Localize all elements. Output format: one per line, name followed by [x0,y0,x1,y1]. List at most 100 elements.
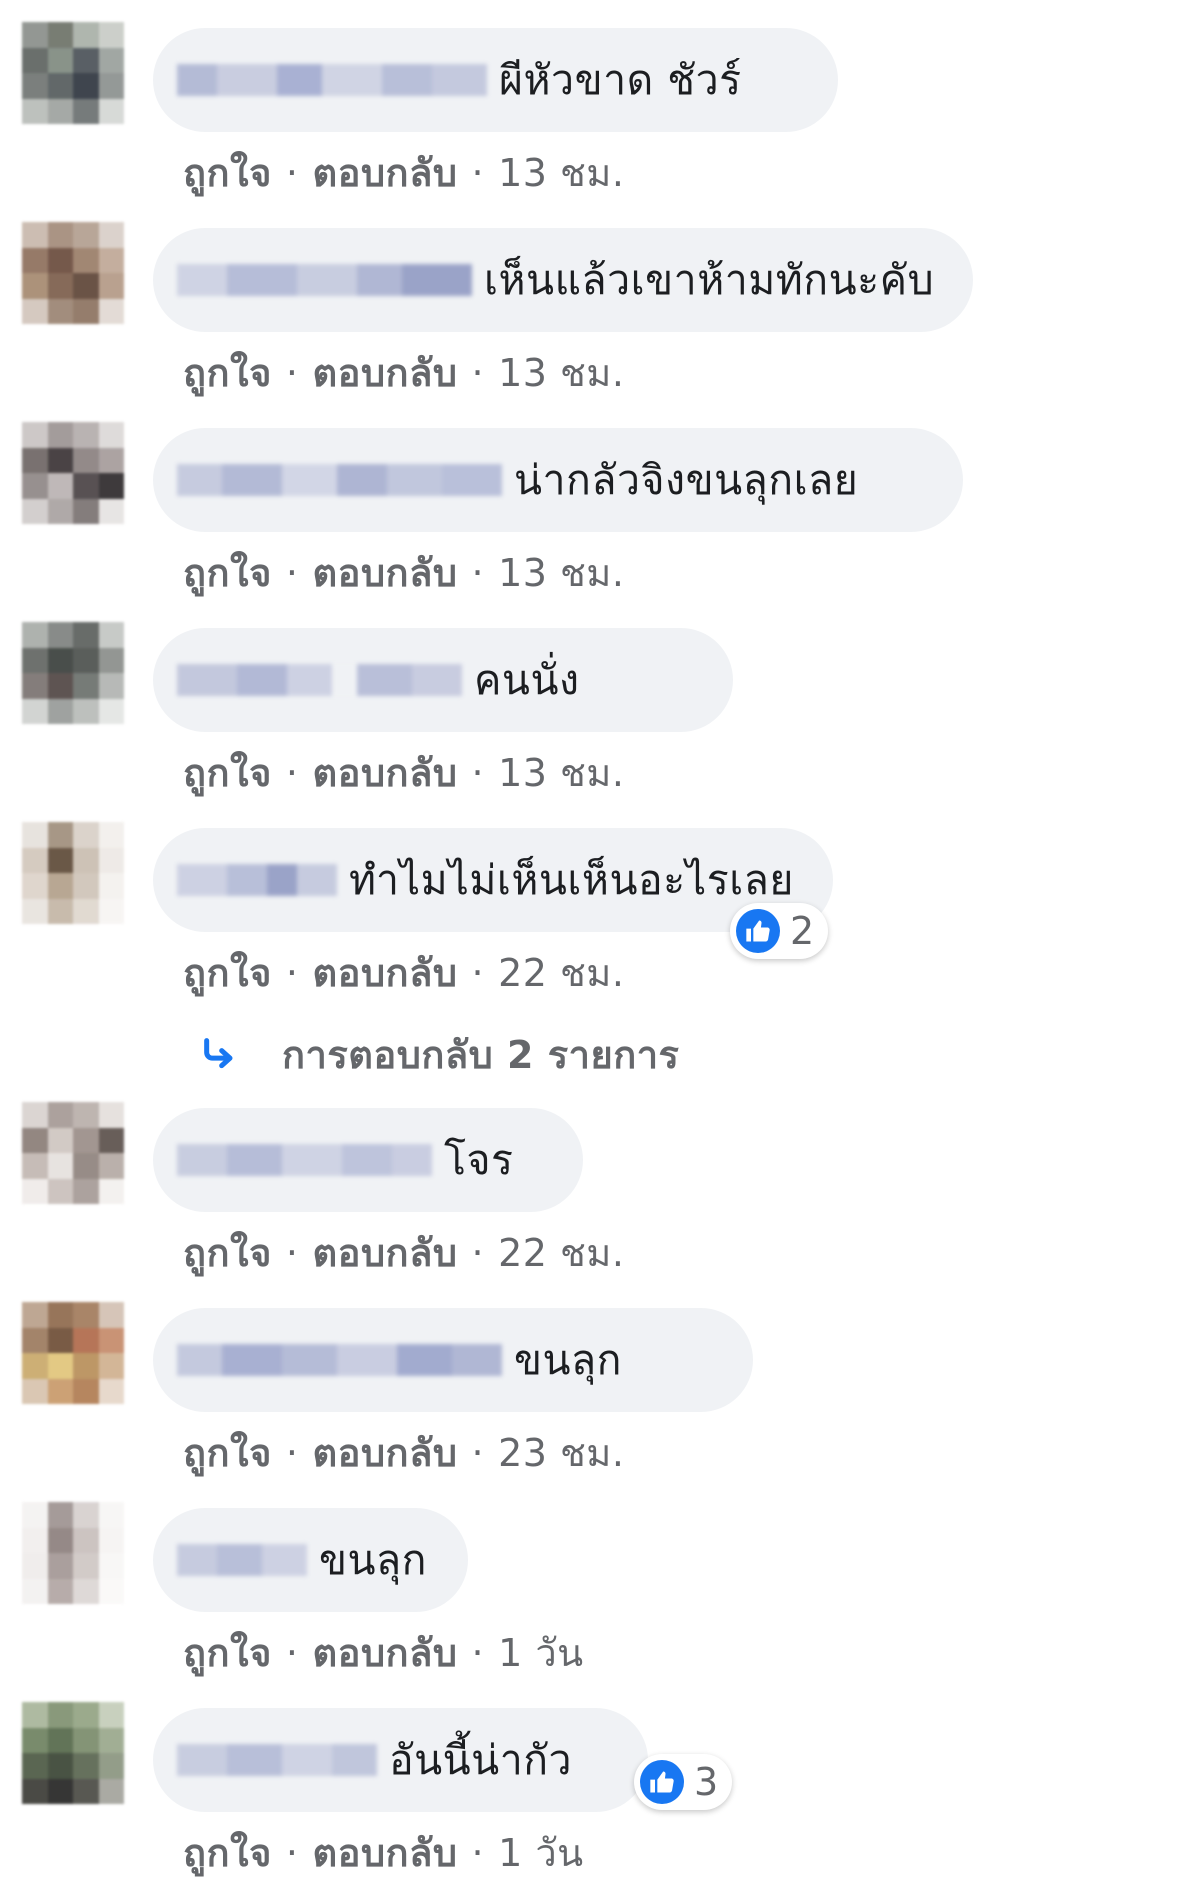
timestamp[interactable]: 13 ชม. [498,551,624,595]
separator: · [285,1831,299,1875]
like-button[interactable]: ถูกใจ [183,751,272,795]
replies-label: การตอบกลับ 2 รายการ [282,1032,680,1077]
commenter-name[interactable] [177,1738,377,1782]
comment-text: เห็นแล้วเขาห้ามทักนะคับ [484,255,935,304]
avatar[interactable] [22,1102,124,1204]
separator: · [471,1431,485,1475]
reaction-count-badge[interactable]: 3 [634,1754,733,1810]
comment-bubble: คนนั่ง [153,628,733,732]
commenter-name[interactable] [177,658,462,702]
comment-actions: ถูกใจ · ตอบกลับ · 1 วัน [183,1822,584,1883]
avatar[interactable] [22,1302,124,1404]
separator: · [471,551,485,595]
timestamp[interactable]: 23 ชม. [498,1431,624,1475]
like-button[interactable]: ถูกใจ [183,351,272,395]
avatar[interactable] [22,22,124,124]
avatar[interactable] [22,622,124,724]
separator: · [285,751,299,795]
like-button[interactable]: ถูกใจ [183,1431,272,1475]
reply-button[interactable]: ตอบกลับ [312,151,457,195]
separator: · [471,1231,485,1275]
separator: · [285,1431,299,1475]
comment-actions: ถูกใจ · ตอบกลับ · 23 ชม. [183,1422,624,1483]
comment-actions: ถูกใจ · ตอบกลับ · 1 วัน [183,1622,584,1683]
comment-list: ผีหัวขาด ชัวร์ ถูกใจ · ตอบกลับ · 13 ชม. เห็น… [0,0,1200,1889]
comment-text: ผีหัวขาด ชัวร์ [499,55,742,104]
timestamp[interactable]: 1 วัน [498,1831,584,1875]
comment-bubble: ผีหัวขาด ชัวร์ [153,28,838,132]
separator: · [285,1631,299,1675]
timestamp[interactable]: 22 ชม. [498,1231,624,1275]
separator: · [471,151,485,195]
like-button[interactable]: ถูกใจ [183,1631,272,1675]
reply-button[interactable]: ตอบกลับ [312,751,457,795]
separator: · [285,151,299,195]
avatar[interactable] [22,1502,124,1604]
reply-button[interactable]: ตอบกลับ [312,951,457,995]
commenter-name[interactable] [177,858,337,902]
timestamp[interactable]: 13 ชม. [498,351,624,395]
like-icon [640,1760,684,1804]
like-button[interactable]: ถูกใจ [183,151,272,195]
like-button[interactable]: ถูกใจ [183,1231,272,1275]
comment-actions: ถูกใจ · ตอบกลับ · 13 ชม. [183,142,624,203]
avatar[interactable] [22,1702,124,1804]
comment-text: ขนลุก [319,1535,428,1584]
separator: · [285,1231,299,1275]
commenter-name[interactable] [177,1538,307,1582]
reply-button[interactable]: ตอบกลับ [312,1231,457,1275]
separator: · [285,351,299,395]
comment-bubble: น่ากลัวจิงขนลุกเลย [153,428,963,532]
reply-button[interactable]: ตอบกลับ [312,351,457,395]
reply-button[interactable]: ตอบกลับ [312,551,457,595]
comment-text: อันนี้น่ากัว [389,1735,573,1784]
comment-bubble: ขนลุก [153,1508,468,1612]
comment-text: โจร [444,1135,514,1184]
comment-bubble: ทำไมไม่เห็นเห็นอะไรเลย [153,828,833,932]
avatar[interactable] [22,822,124,924]
comment-text: ขนลุก [514,1335,623,1384]
separator: · [471,351,485,395]
comment-bubble: เห็นแล้วเขาห้ามทักนะคับ [153,228,973,332]
like-button[interactable]: ถูกใจ [183,951,272,995]
reaction-count: 2 [790,909,815,953]
commenter-name[interactable] [177,458,502,502]
commenter-name[interactable] [177,258,472,302]
separator: · [471,1631,485,1675]
separator: · [285,551,299,595]
reaction-count: 3 [694,1760,719,1804]
like-button[interactable]: ถูกใจ [183,1831,272,1875]
view-replies-link[interactable]: การตอบกลับ 2 รายการ [200,1028,679,1080]
comment-actions: ถูกใจ · ตอบกลับ · 13 ชม. [183,742,624,803]
separator: · [471,1831,485,1875]
timestamp[interactable]: 13 ชม. [498,151,624,195]
avatar[interactable] [22,422,124,524]
timestamp[interactable]: 1 วัน [498,1631,584,1675]
comment-actions: ถูกใจ · ตอบกลับ · 13 ชม. [183,342,624,403]
comment-actions: ถูกใจ · ตอบกลับ · 13 ชม. [183,542,624,603]
timestamp[interactable]: 13 ชม. [498,751,624,795]
like-icon [736,909,780,953]
separator: · [285,951,299,995]
commenter-name[interactable] [177,58,487,102]
commenter-name[interactable] [177,1138,432,1182]
comment-actions: ถูกใจ · ตอบกลับ · 22 ชม. [183,942,624,1003]
separator: · [471,951,485,995]
comment-actions: ถูกใจ · ตอบกลับ · 22 ชม. [183,1222,624,1283]
timestamp[interactable]: 22 ชม. [498,951,624,995]
comment-bubble: โจร [153,1108,583,1212]
reply-arrow-icon [204,1038,233,1069]
comment-text: น่ากลัวจิงขนลุกเลย [514,455,859,504]
reply-button[interactable]: ตอบกลับ [312,1631,457,1675]
reply-button[interactable]: ตอบกลับ [312,1831,457,1875]
comment-bubble: ขนลุก [153,1308,753,1412]
avatar[interactable] [22,222,124,324]
reaction-count-badge[interactable]: 2 [730,903,829,959]
separator: · [471,751,485,795]
comment-text: ทำไมไม่เห็นเห็นอะไรเลย [349,855,794,904]
comment-text: คนนั่ง [474,655,580,704]
comment-bubble: อันนี้น่ากัว [153,1708,648,1812]
like-button[interactable]: ถูกใจ [183,551,272,595]
reply-button[interactable]: ตอบกลับ [312,1431,457,1475]
commenter-name[interactable] [177,1338,502,1382]
